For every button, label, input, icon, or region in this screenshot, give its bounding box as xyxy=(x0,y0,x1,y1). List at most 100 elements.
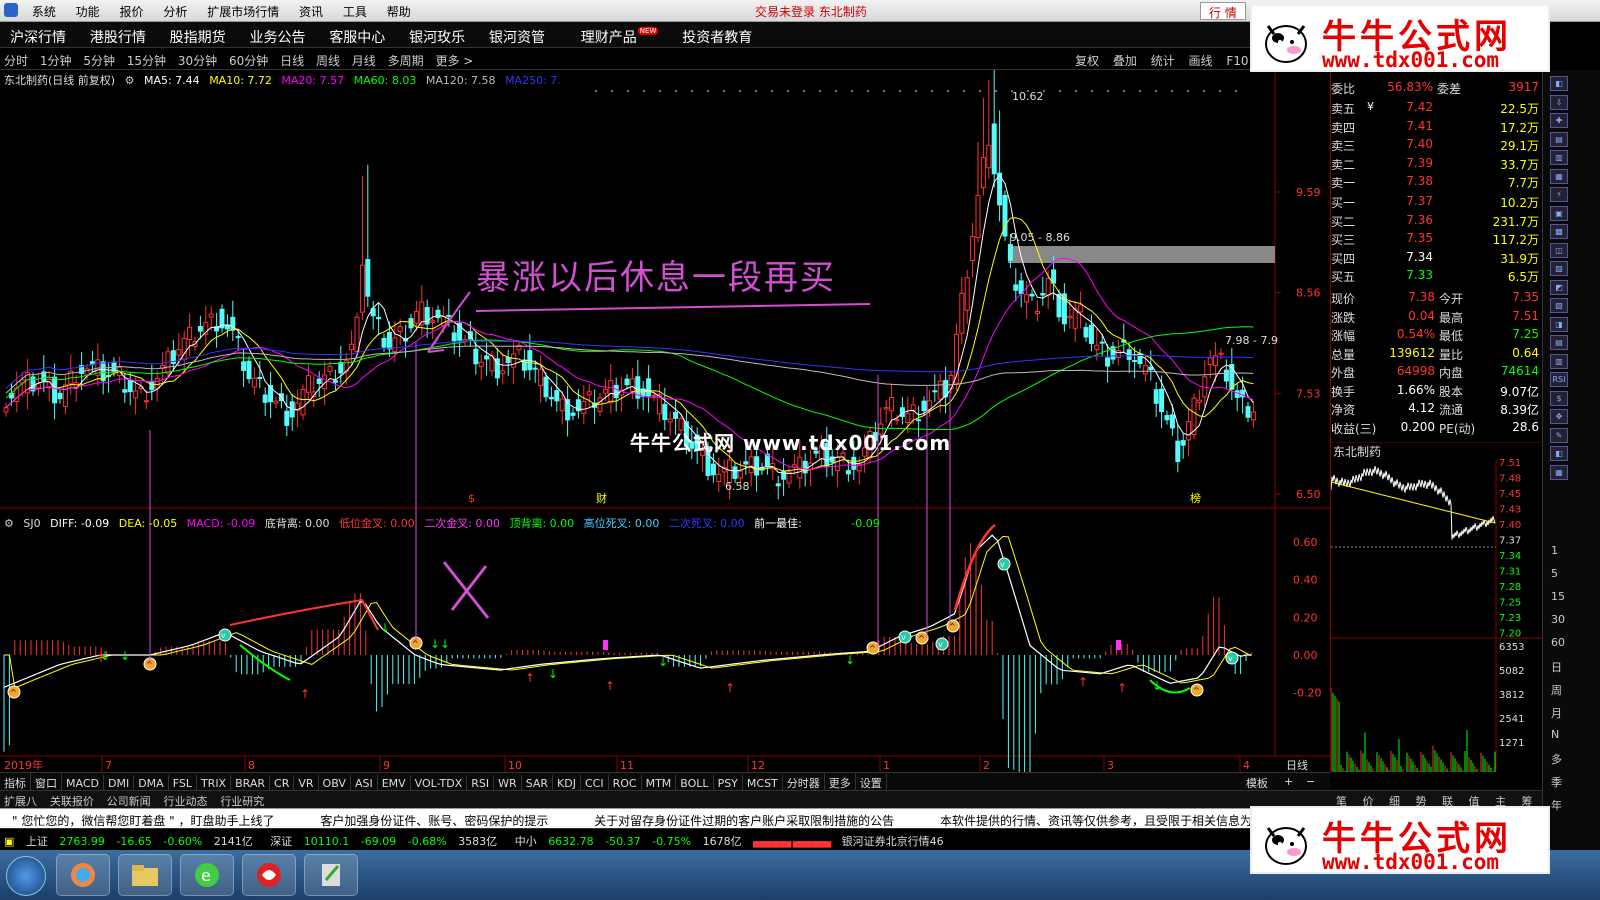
sh-name[interactable]: 上证 xyxy=(22,829,52,849)
bid-row[interactable]: 买二 7.36 231.7万 xyxy=(1331,211,1543,230)
period-intraday[interactable]: 分时 xyxy=(0,48,32,69)
tool-f10[interactable]: F10 xyxy=(1221,50,1253,68)
taskbar-editor-icon[interactable] xyxy=(304,854,358,896)
side-period-button[interactable]: 多 xyxy=(1551,751,1562,767)
ask-row[interactable]: 卖四 7.41 17.2万 xyxy=(1331,117,1543,136)
side-tool-icon[interactable]: ◩ xyxy=(1550,279,1568,295)
stat-row[interactable]: 总量 139612 量比 0.64 xyxy=(1331,344,1543,363)
side-tool-icon[interactable]: ▣ xyxy=(1550,205,1568,221)
side-tool-icon[interactable]: ◧ xyxy=(1550,446,1568,461)
side-tool-icon[interactable]: ⚡ xyxy=(1550,187,1568,202)
nav-hk-market[interactable]: 港股行情 xyxy=(80,22,156,47)
indicator-tab[interactable]: BRAR xyxy=(231,775,271,790)
side-tool-icon[interactable]: ▤ xyxy=(1550,335,1568,350)
period-5min[interactable]: 5分钟 xyxy=(79,48,119,69)
tool-draw[interactable]: 画线 xyxy=(1184,48,1218,69)
taskbar-trading-app-icon[interactable] xyxy=(242,854,296,896)
indicator-tab[interactable]: EMV xyxy=(378,775,411,790)
nav-wealth[interactable]: 理财产品 NEW xyxy=(571,22,669,47)
indicator-tab[interactable]: 分时器 xyxy=(783,773,825,790)
taskbar-ie-icon[interactable]: e xyxy=(180,854,234,896)
start-button[interactable] xyxy=(6,856,46,896)
ma-settings-icon[interactable]: ⚙ xyxy=(125,74,135,87)
indicator-tab[interactable]: KDJ xyxy=(553,775,581,790)
indicator-tab[interactable]: 指标 xyxy=(0,773,31,790)
indicator-tab[interactable]: ROC xyxy=(609,775,642,790)
chart-area[interactable]: ^ ^ ^ ^ ^ ^ ^ v v v v v ↓ ↓ ↓ ↓ ↓ ↓ ↓ ↓ ↓ ↑ ↑ ↑ ↑ ↑ ↑ ↑ 9.59 8.56 7.5… xyxy=(0,67,1330,774)
indicator-tab[interactable]: TRIX xyxy=(197,775,232,790)
indicator-tab[interactable]: 设置 xyxy=(856,773,887,790)
nav-futures[interactable]: 股指期货 xyxy=(160,22,236,47)
menu-function[interactable]: 功能 xyxy=(68,0,108,21)
news-tab-industry[interactable]: 行业动态 xyxy=(159,791,212,808)
period-more[interactable]: 更多 > xyxy=(431,48,477,69)
side-tool-icon[interactable]: ⇩ xyxy=(1550,94,1568,110)
indicator-tab[interactable]: CCI xyxy=(581,775,609,790)
indicator-tab[interactable]: MACD xyxy=(62,775,104,790)
indicator-tab[interactable]: PSY xyxy=(714,775,743,790)
period-monthly[interactable]: 月线 xyxy=(348,48,380,69)
side-tool-icon[interactable]: ◫ xyxy=(1550,242,1568,258)
menu-quote[interactable]: 报价 xyxy=(112,0,152,21)
nav-announcements[interactable]: 业务公告 xyxy=(239,22,315,47)
side-tool-icon[interactable]: ▤ xyxy=(1550,131,1568,147)
remove-pane-button[interactable]: − xyxy=(1306,775,1315,788)
menu-help[interactable]: 帮助 xyxy=(379,0,419,21)
stat-row[interactable]: 现价 7.38 今开 7.35 xyxy=(1331,288,1543,307)
side-period-button[interactable]: 1 xyxy=(1551,544,1558,557)
news-tab-related[interactable]: 关联报价 xyxy=(46,791,99,808)
side-tool-icon[interactable]: ▥ xyxy=(1550,353,1568,369)
side-period-button[interactable]: 周 xyxy=(1551,682,1562,698)
news-tab-ext8[interactable]: 扩展八 xyxy=(0,791,42,808)
add-pane-button[interactable]: + xyxy=(1284,775,1293,788)
side-period-button[interactable]: N xyxy=(1551,728,1559,741)
kline-chart[interactable]: ^^^^^^^v vvvv↓ ↓↓↓ ↓↓↓ ↓↓↑↑↑↑ ↑ ↑ ↑ 9.598.567.5… xyxy=(0,67,1330,774)
side-period-button[interactable]: 日 xyxy=(1551,659,1562,675)
side-tool-icon[interactable]: ▩ xyxy=(1550,224,1568,239)
taskbar-file-explorer-icon[interactable] xyxy=(118,854,172,896)
broker-server[interactable]: 银河证券北京行情46 xyxy=(838,829,948,849)
indicator-tab[interactable]: BOLL xyxy=(676,775,714,790)
news-tab-research[interactable]: 行业研究 xyxy=(216,791,269,808)
nav-yinhe-le[interactable]: 银河玫乐 xyxy=(399,22,475,47)
macd-settings-icon[interactable]: ⚙ xyxy=(4,517,14,530)
period-weekly[interactable]: 周线 xyxy=(312,48,344,69)
ticker-item[interactable]: 本软件提供的行情、资讯等仅供参考，且受限于相关信息为第三方 xyxy=(910,809,1300,828)
period-daily[interactable]: 日线 xyxy=(276,48,308,69)
indicator-tab[interactable]: SAR xyxy=(522,775,554,790)
nav-hs-market[interactable]: 沪深行情 xyxy=(0,22,76,47)
period-1min[interactable]: 1分钟 xyxy=(36,48,76,69)
side-tool-icon[interactable]: $ xyxy=(1550,390,1568,406)
event-mark[interactable]: 财 xyxy=(596,491,607,505)
event-mark[interactable]: $ xyxy=(468,492,475,505)
stat-row[interactable]: 净资 4.12 流通 8.39亿 xyxy=(1331,399,1543,418)
weibi-row[interactable]: 委比 56.83% 委差 3917 xyxy=(1331,78,1543,97)
indicator-tab[interactable]: ASI xyxy=(351,775,378,790)
period-30min[interactable]: 30分钟 xyxy=(174,48,221,69)
indicator-tab[interactable]: DMI xyxy=(104,775,135,790)
side-tool-icon[interactable]: ▧ xyxy=(1550,298,1568,313)
nav-yinhe-asset[interactable]: 银河资管 xyxy=(479,22,555,47)
ticker-item[interactable]: 关于对留存身份证件过期的客户账户采取限制措施的公告 xyxy=(564,809,906,828)
taskbar-app-browser-icon[interactable] xyxy=(56,854,110,896)
menu-info[interactable]: 资讯 xyxy=(291,0,331,21)
bid-row[interactable]: 买一 7.37 10.2万 xyxy=(1331,192,1543,211)
indicator-tab[interactable]: 更多 xyxy=(825,773,856,790)
period-multi[interactable]: 多周期 xyxy=(384,48,428,69)
sz-name[interactable]: 深证 xyxy=(266,829,296,849)
zx-name[interactable]: 中小 xyxy=(511,829,541,849)
indicator-tab[interactable]: 窗口 xyxy=(31,773,62,790)
ticker-item[interactable]: 客户加强身份证件、账号、密码保护的提示 xyxy=(290,809,560,828)
indicator-tab[interactable]: VOL-TDX xyxy=(411,775,468,790)
menu-system[interactable]: 系统 xyxy=(24,0,64,21)
menu-analysis[interactable]: 分析 xyxy=(155,0,195,21)
side-tool-icon[interactable]: ▦ xyxy=(1550,168,1568,184)
tool-stats[interactable]: 统计 xyxy=(1146,48,1180,69)
tool-overlay[interactable]: 叠加 xyxy=(1108,48,1142,69)
bid-row[interactable]: 买三 7.35 117.2万 xyxy=(1331,229,1543,248)
news-tab-company[interactable]: 公司新闻 xyxy=(103,791,156,808)
nav-investor-edu[interactable]: 投资者教育 xyxy=(672,22,762,47)
event-mark[interactable]: 榜 xyxy=(1190,491,1201,505)
indicator-tab[interactable]: DMA xyxy=(134,775,169,790)
tool-adjust[interactable]: 复权 xyxy=(1070,48,1104,69)
